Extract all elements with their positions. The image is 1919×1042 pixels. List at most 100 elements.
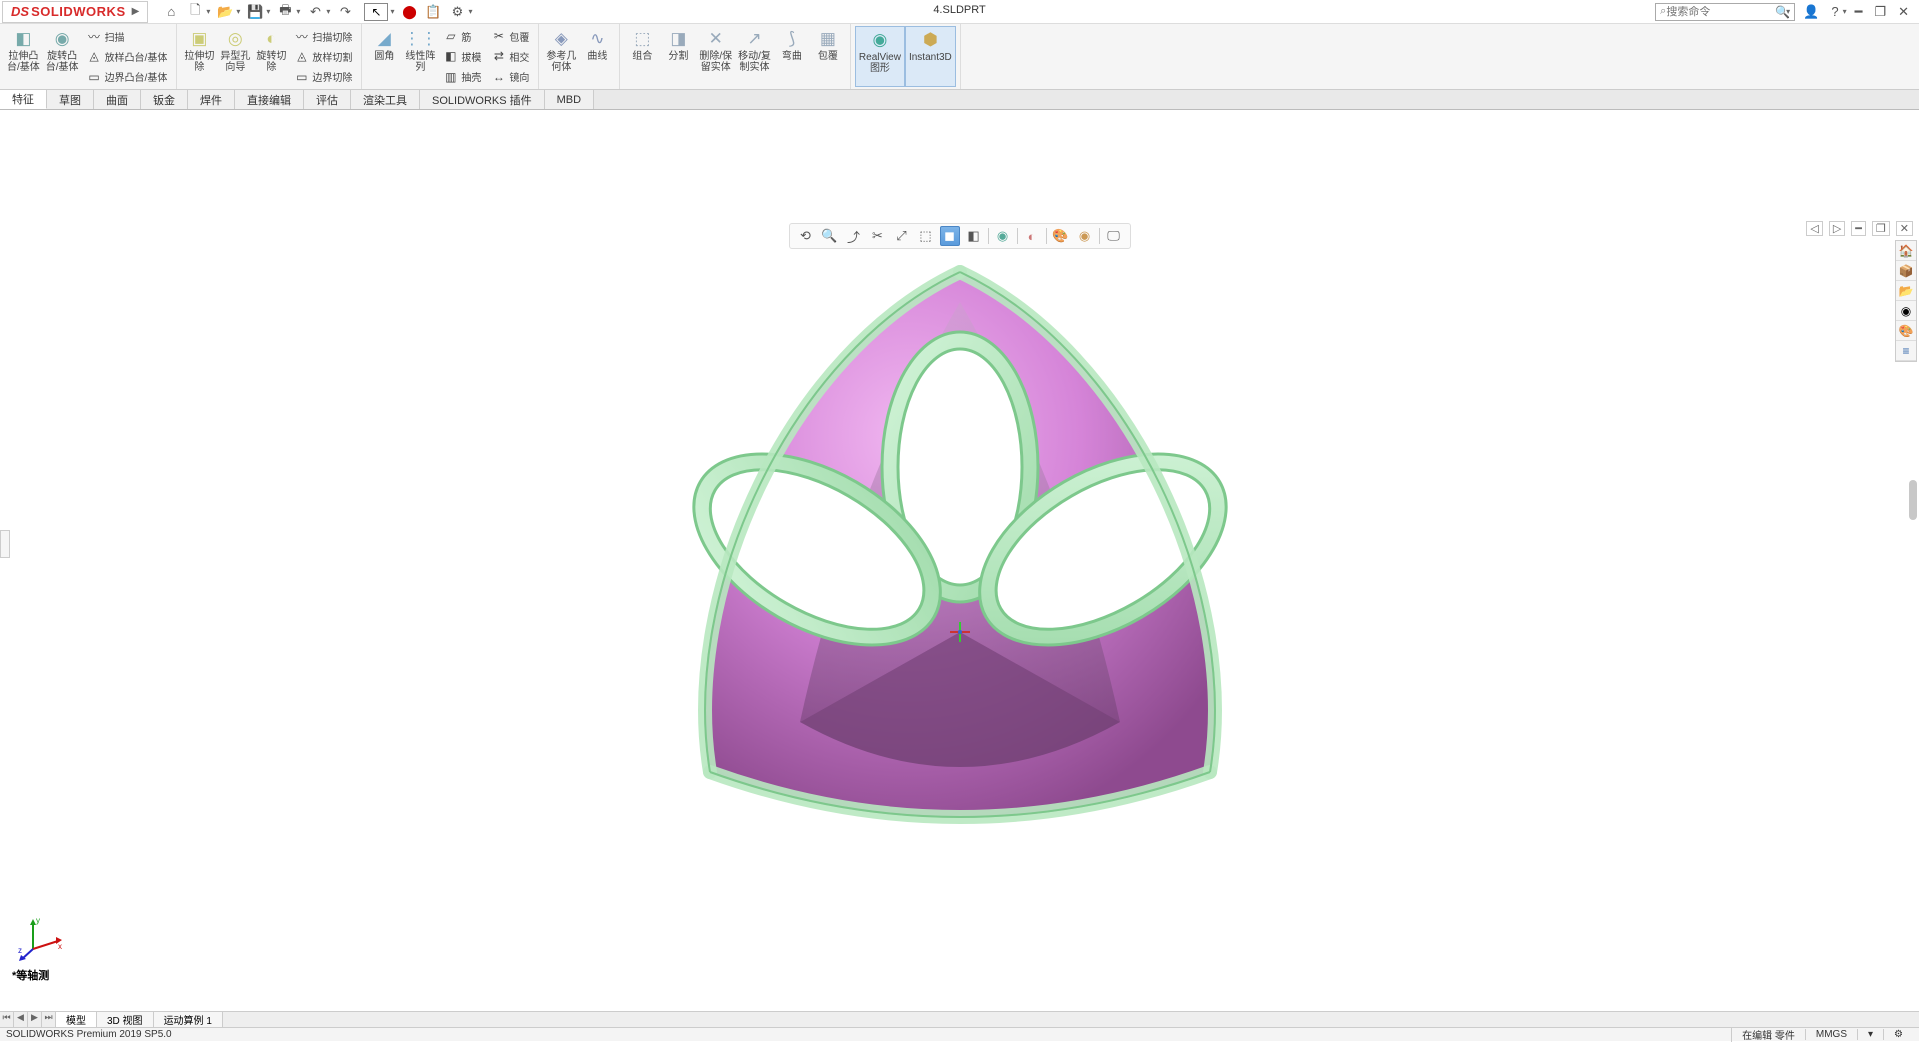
appearances-icon[interactable]: 🎨 [1896,321,1916,341]
help-dropdown-icon[interactable]: ▾ [1843,7,1847,16]
user-icon[interactable]: 👤 [1799,4,1823,20]
minimize-icon[interactable]: ━ [1851,4,1867,20]
home-icon[interactable]: ⌂ [162,3,180,21]
move-copy-body-button[interactable]: ↗移动/复 制实体 [735,26,774,87]
open-icon[interactable]: 📂 [216,3,234,21]
design-library-icon[interactable]: 📦 [1896,261,1916,281]
bottom-tab-model[interactable]: 模型 [56,1012,97,1027]
axis-z-label: z [18,946,22,955]
undo-dropdown-icon[interactable]: ▾ [326,7,330,16]
curves-button[interactable]: ∿曲线 [579,26,615,87]
sw-resources-icon[interactable]: 🏠 [1896,241,1916,261]
search-dropdown-icon[interactable]: ▾ [1786,7,1790,16]
lofted-cut-button[interactable]: ◬放样切割 [292,48,354,65]
nav-prev-icon[interactable]: ◀ [14,1012,28,1027]
ref-geom-icon: ◈ [549,28,573,50]
nav-next-icon[interactable]: ▶ [28,1012,42,1027]
reference-geometry-button[interactable]: ◈参考几 何体 [543,26,579,87]
wrap-button[interactable]: ✂包覆 [489,28,531,45]
view-palette-icon[interactable]: ◉ [1896,301,1916,321]
nav-first-icon[interactable]: ⏮ [0,1012,14,1027]
save-icon[interactable]: 💾 [246,3,264,21]
split-button[interactable]: ◨分割 [660,26,696,87]
graphics-area[interactable]: ⟲ 🔍 ⤴ ✂ ⤢ ⬚ ◼ ◧ ◉ ◐ 🎨 ◉ 🖵 ◁ ▷ ━ ❐ ✕ 🏠 📦 … [0,110,1919,1011]
select-tool[interactable]: ↖ [364,3,388,21]
swept-boss-button[interactable]: 〰扫描 [85,28,170,45]
close-icon[interactable]: ✕ [1894,4,1913,20]
tab-features[interactable]: 特征 [0,90,47,109]
btn-label: 相交 [509,49,529,64]
boundary-cut-button[interactable]: ▭边界切除 [292,68,354,85]
extruded-cut-button[interactable]: ▣拉伸切 除 [181,26,217,87]
nav-last-icon[interactable]: ⏭ [42,1012,56,1027]
help-icon[interactable]: ? [1827,4,1842,19]
print-icon[interactable]: 🖶 [276,3,294,21]
logo-expand-icon[interactable]: ▶ [132,6,140,17]
tab-sketch[interactable]: 草图 [47,90,94,109]
search-input[interactable] [1666,6,1773,18]
menu-bar: DS SOLIDWORKS ▶ ⌂ 🗋▾ 📂▾ 💾▾ 🖶▾ ↶▾ ↷ ↖▾ ⬤ … [0,0,1919,24]
print-dropdown-icon[interactable]: ▾ [296,7,300,16]
tab-direct-editing[interactable]: 直接编辑 [235,90,304,109]
rib-button[interactable]: ▱筋 [441,28,483,45]
boundary-boss-button[interactable]: ▭边界凸台/基体 [85,68,170,85]
rebuild-icon[interactable]: ⬤ [400,3,418,21]
wrap-body-button[interactable]: ▦包覆 [810,26,846,87]
tab-weldments[interactable]: 焊件 [188,90,235,109]
swept-cut-button[interactable]: 〰扫描切除 [292,28,354,45]
save-dropdown-icon[interactable]: ▾ [266,7,270,16]
settings-dropdown-icon[interactable]: ▾ [468,7,472,16]
doc-restore-icon[interactable]: ❐ [1872,221,1890,236]
file-explorer-icon[interactable]: 📂 [1896,281,1916,301]
linear-pattern-button[interactable]: ⋮⋮线性阵 列 [402,26,438,87]
draft-button[interactable]: ◧拔模 [441,48,483,65]
status-customize-icon[interactable]: ⚙ [1883,1029,1913,1040]
doc-expand-left-icon[interactable]: ◁ [1806,221,1822,236]
doc-minimize-icon[interactable]: ━ [1851,221,1866,236]
intersect-button[interactable]: ⇄相交 [489,48,531,65]
tab-surfaces[interactable]: 曲面 [94,90,141,109]
delete-body-button[interactable]: ✕删除/保 留实体 [696,26,735,87]
doc-expand-right-icon[interactable]: ▷ [1829,221,1845,236]
select-dropdown-icon[interactable]: ▾ [390,7,394,16]
tab-sheetmetal[interactable]: 钣金 [141,90,188,109]
tab-render-tools[interactable]: 渲染工具 [351,90,420,109]
tab-evaluate[interactable]: 评估 [304,90,351,109]
app-logo[interactable]: DS SOLIDWORKS ▶ [2,1,148,23]
restore-icon[interactable]: ❐ [1870,4,1890,20]
lofted-cut-icon: ◬ [294,49,309,64]
vertical-scrollbar-thumb[interactable] [1909,480,1917,520]
open-dropdown-icon[interactable]: ▾ [236,7,240,16]
lofted-boss-button[interactable]: ◬放样凸台/基体 [85,48,170,65]
doc-close-icon[interactable]: ✕ [1896,221,1913,236]
fillet-button[interactable]: ◢圆角 [366,26,402,87]
revolved-boss-button[interactable]: ◉旋转凸 台/基体 [43,26,82,87]
new-dropdown-icon[interactable]: ▾ [206,7,210,16]
tab-mbd[interactable]: MBD [545,90,594,109]
settings-icon[interactable]: ⚙ [448,3,466,21]
options-icon[interactable]: 📋 [424,3,442,21]
flex-button[interactable]: ⟆弯曲 [774,26,810,87]
status-dropdown-icon[interactable]: ▾ [1857,1029,1883,1040]
hole-wizard-button[interactable]: ◎异型孔 向导 [217,26,253,87]
tab-sw-addins[interactable]: SOLIDWORKS 插件 [420,90,545,109]
extruded-boss-button[interactable]: ◧拉伸凸 台/基体 [4,26,43,87]
coordinate-triad[interactable]: y x z [18,911,68,961]
redo-icon[interactable]: ↷ [336,3,354,21]
mirror-button[interactable]: ↔镜向 [489,68,531,85]
combine-button[interactable]: ⬚组合 [624,26,660,87]
new-icon[interactable]: 🗋 [186,3,204,21]
bottom-tab-motion-study[interactable]: 运动算例 1 [154,1012,223,1027]
revolved-cut-button[interactable]: ◐旋转切 除 [253,26,289,87]
hole-wizard-icon: ◎ [223,28,247,50]
undo-icon[interactable]: ↶ [306,3,324,21]
feature-tree-flyout-handle[interactable] [0,530,10,558]
realview-button[interactable]: ◉RealView 图形 [855,26,905,87]
shell-button[interactable]: ▥抽壳 [441,68,483,85]
status-units[interactable]: MMGS [1805,1029,1857,1040]
extruded-boss-icon: ◧ [11,28,35,50]
instant3d-button[interactable]: ⬢Instant3D [905,26,956,87]
search-box[interactable]: ⌕ 🔍▾ [1655,3,1795,21]
bottom-tab-3dview[interactable]: 3D 视图 [97,1012,154,1027]
custom-properties-icon[interactable]: ≡ [1896,341,1916,361]
